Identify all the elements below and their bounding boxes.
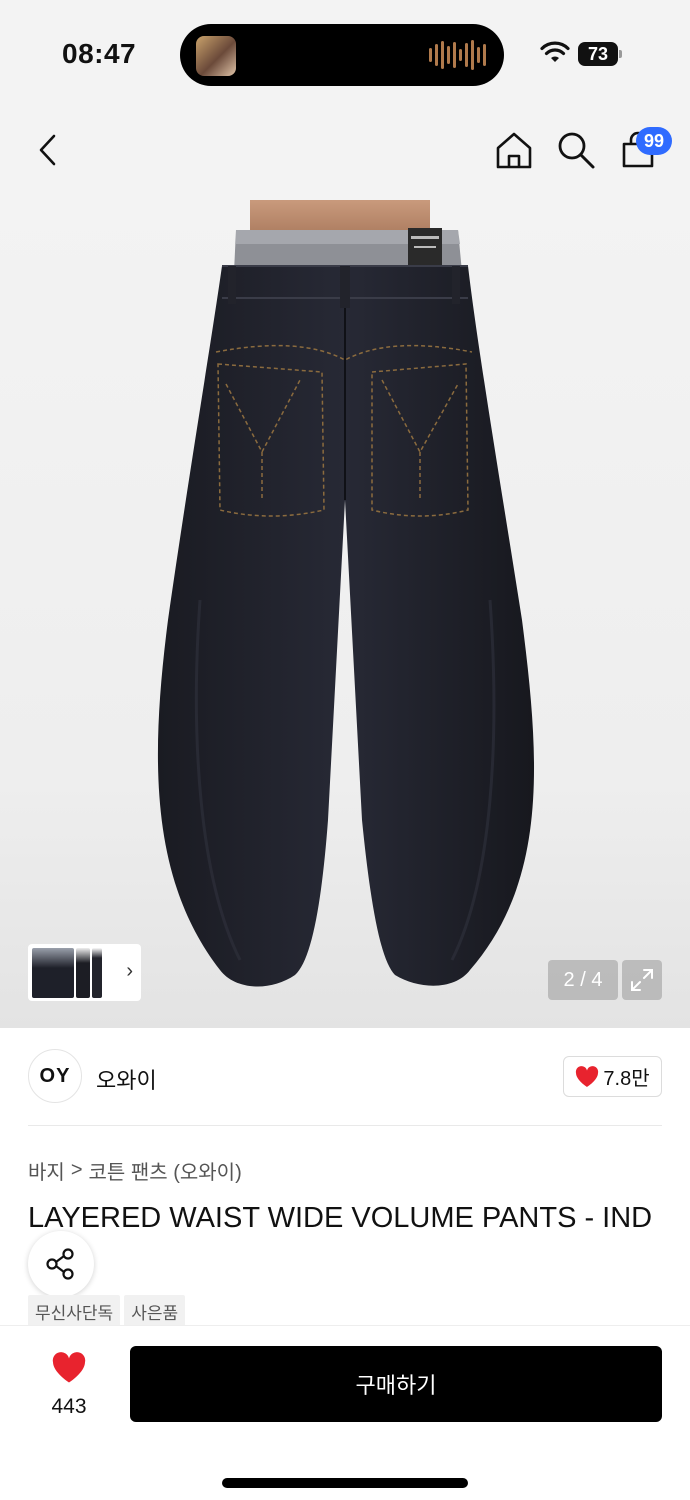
back-button[interactable] [26, 128, 70, 172]
home-icon [496, 132, 532, 169]
brand-like-button[interactable]: 7.8만 [563, 1056, 662, 1097]
wishlist-count: 443 [51, 1395, 87, 1418]
share-icon [46, 1248, 74, 1280]
breadcrumb-category[interactable]: 바지 [28, 1156, 65, 1185]
divider [28, 1125, 662, 1126]
breadcrumb-subcategory[interactable]: 코튼 팬츠 (오와이) [89, 1156, 242, 1185]
battery-icon: 73 [578, 42, 622, 66]
product-title: LAYERED WAIST WIDE VOLUME PANTS - IND [28, 1202, 653, 1234]
tag-exclusive: 무신사단독 [28, 1295, 121, 1328]
bottom-action-bar: 443 구매하기 [0, 1325, 690, 1500]
thumbnail-image[interactable] [92, 947, 102, 998]
image-counter: 2 / 4 [548, 960, 618, 1000]
product-image-gallery[interactable] [0, 200, 690, 1028]
expand-button[interactable] [622, 960, 662, 1000]
status-time: 08:47 [62, 38, 137, 69]
heart-icon [576, 1065, 599, 1087]
expand-icon [631, 969, 653, 991]
product-image [157, 200, 535, 987]
brand-name[interactable]: 오와이 [96, 1063, 157, 1095]
thumbnail-image[interactable] [76, 947, 90, 998]
now-playing-artwork [196, 36, 236, 76]
search-button[interactable] [554, 128, 598, 172]
search-icon [558, 132, 595, 169]
share-button[interactable] [28, 1231, 94, 1297]
thumbnail-strip[interactable]: › [28, 944, 141, 1001]
chevron-right-icon: › [126, 960, 133, 982]
battery-level: 73 [587, 44, 609, 64]
heart-icon [52, 1352, 86, 1383]
tag-gift: 사은품 [124, 1295, 186, 1328]
chevron-left-icon [39, 134, 56, 166]
product-tags: 무신사단독 사은품 [28, 1295, 186, 1328]
audio-wave-icon [429, 40, 486, 70]
dynamic-island[interactable] [180, 24, 504, 86]
top-nav [0, 110, 690, 200]
breadcrumb: 바지 > 코튼 팬츠 (오와이) [28, 1156, 242, 1185]
home-button[interactable] [492, 128, 536, 172]
brand-like-count: 7.8만 [603, 1068, 650, 1090]
brand-row[interactable]: OY 오와이 7.8만 [0, 1028, 690, 1126]
breadcrumb-separator: > [70, 1159, 83, 1181]
buy-button[interactable]: 구매하기 [130, 1346, 662, 1422]
wishlist-button[interactable]: 443 [40, 1352, 98, 1419]
brand-logo[interactable]: OY [28, 1049, 82, 1103]
thumbnail-image[interactable] [32, 947, 74, 998]
status-bar: 08:47 73 [0, 0, 690, 110]
home-indicator[interactable] [222, 1478, 468, 1488]
cart-count-badge: 99 [636, 127, 672, 155]
wifi-icon [540, 41, 570, 62]
